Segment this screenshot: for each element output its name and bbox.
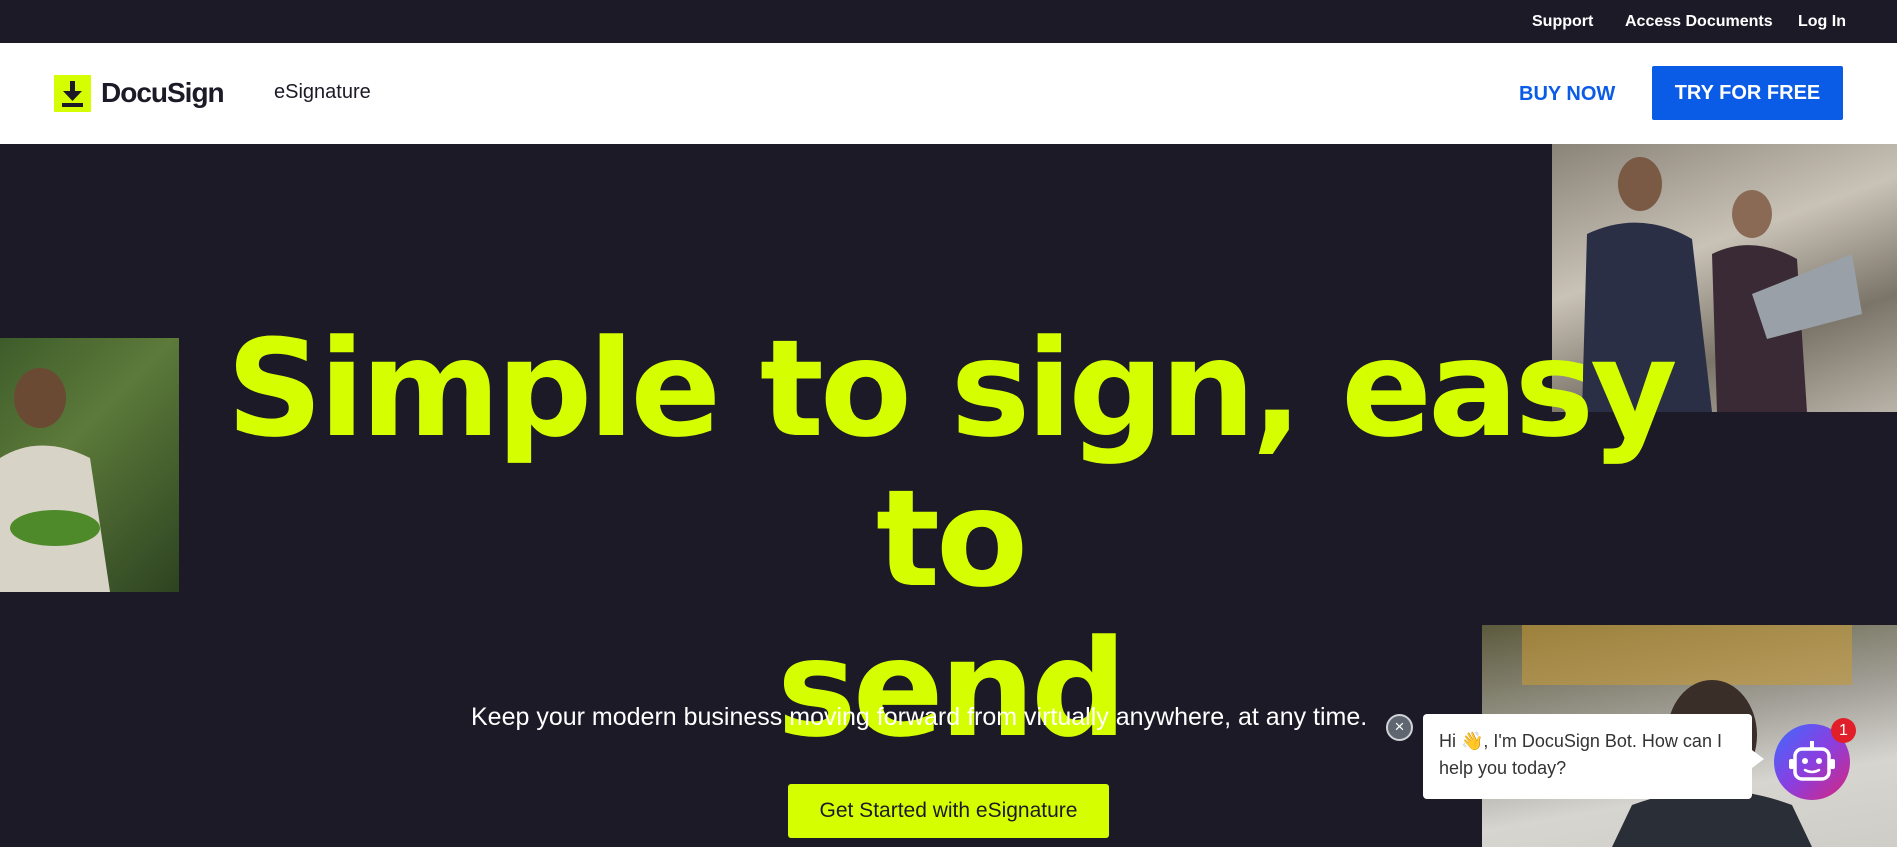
get-started-button[interactable]: Get Started with eSignature bbox=[788, 784, 1109, 838]
product-name[interactable]: eSignature bbox=[274, 81, 371, 104]
buy-now-link[interactable]: BUY NOW bbox=[1519, 83, 1615, 106]
headline-line-1: Simple to sign, easy to bbox=[226, 311, 1677, 617]
utility-bar: Support Access Documents Log In bbox=[0, 0, 1897, 43]
main-header: DocuSign eSignature BUY NOW TRY FOR FREE bbox=[0, 43, 1897, 144]
access-documents-link[interactable]: Access Documents bbox=[1625, 13, 1773, 31]
support-link[interactable]: Support bbox=[1532, 13, 1593, 31]
hero-headline: Simple to sign, easy to send bbox=[180, 314, 1720, 764]
chatbot-greeting-bubble[interactable]: Hi 👋, I'm DocuSign Bot. How can I help y… bbox=[1423, 714, 1764, 799]
farmer-photo bbox=[0, 338, 179, 592]
download-arrow-icon bbox=[54, 74, 91, 112]
close-icon[interactable]: × bbox=[1386, 714, 1413, 741]
log-in-link[interactable]: Log In bbox=[1798, 13, 1846, 31]
hero-subtitle: Keep your modern business moving forward… bbox=[471, 703, 1368, 731]
waving-hand-icon: 👋 bbox=[1461, 731, 1484, 751]
notification-badge: 1 bbox=[1831, 718, 1856, 743]
try-for-free-button[interactable]: TRY FOR FREE bbox=[1652, 66, 1843, 120]
chatbot-greeting-start: Hi bbox=[1439, 731, 1461, 751]
docusign-logo[interactable]: DocuSign bbox=[54, 74, 225, 112]
headline-line-2: send bbox=[777, 611, 1127, 767]
logo-wordmark: DocuSign bbox=[101, 77, 225, 108]
